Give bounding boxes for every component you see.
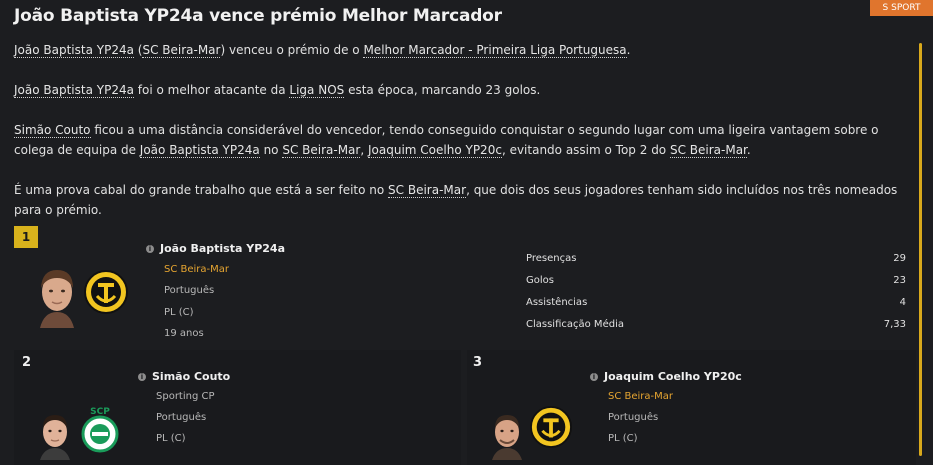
player-link[interactable]: João Baptista YP24a xyxy=(14,83,134,98)
rank-badge: 1 xyxy=(14,226,38,248)
stat-label: Assistências xyxy=(526,297,588,308)
stat-label: Classificação Média xyxy=(526,319,624,330)
nominee-stats: Presenças 29 Golos 23 Assistências 4 Classi… xyxy=(526,250,906,338)
paragraph-3: Simão Couto ficou a uma distância consid… xyxy=(14,120,914,160)
stat-row: Assistências 4 xyxy=(526,294,906,316)
nominee-nationality: Português xyxy=(164,285,215,296)
text: esta época, marcando 23 golos. xyxy=(344,83,541,97)
award-link[interactable]: Melhor Marcador - Primeira Liga Portugue… xyxy=(363,43,627,58)
text: ) venceu o prémio de o xyxy=(220,43,364,57)
player-face-icon[interactable] xyxy=(488,410,526,460)
svg-text:SCP: SCP xyxy=(90,407,110,417)
paragraph-4: É uma prova cabal do grande trabalho que… xyxy=(14,180,914,220)
text: . xyxy=(626,43,631,57)
nominee-name[interactable]: i Joaquim Coelho YP20c xyxy=(590,370,742,383)
text: no xyxy=(259,143,283,157)
stat-value: 4 xyxy=(899,297,906,308)
news-headline: João Baptista YP24a vence prémio Melhor … xyxy=(14,6,502,26)
nominee-nationality: Português xyxy=(156,412,207,423)
player-link[interactable]: João Baptista YP24a xyxy=(14,43,134,58)
nominee-position: PL (C) xyxy=(156,433,186,444)
player-link[interactable]: Simão Couto xyxy=(14,123,91,138)
stat-label: Golos xyxy=(526,275,554,286)
club-crest-icon[interactable] xyxy=(84,268,128,316)
paragraph-1: João Baptista YP24a (SC Beira-Mar) vence… xyxy=(14,40,914,60)
player-link[interactable]: João Baptista YP24a xyxy=(139,143,260,158)
source-tag[interactable]: S SPORT xyxy=(870,0,933,16)
nominee-name[interactable]: i Simão Couto xyxy=(138,370,230,383)
league-link[interactable]: Liga NOS xyxy=(289,83,345,98)
nominee-position: PL (C) xyxy=(164,307,194,318)
stat-row: Classificação Média 7,33 xyxy=(526,316,906,338)
info-icon[interactable]: i xyxy=(138,373,146,381)
stat-row: Golos 23 xyxy=(526,272,906,294)
club-crest-icon[interactable] xyxy=(530,404,572,450)
news-article-body: João Baptista YP24a (SC Beira-Mar) vence… xyxy=(14,40,914,240)
info-icon[interactable]: i xyxy=(146,245,154,253)
text: foi o melhor atacante da xyxy=(133,83,290,97)
nominee-name-text[interactable]: Joaquim Coelho YP20c xyxy=(604,370,742,383)
stat-row: Presenças 29 xyxy=(526,250,906,272)
nominee-position: PL (C) xyxy=(608,433,638,444)
paragraph-2: João Baptista YP24a foi o melhor atacant… xyxy=(14,80,914,100)
club-link[interactable]: SC Beira-Mar xyxy=(142,43,221,58)
stat-label: Presenças xyxy=(526,253,577,264)
nominee-club[interactable]: Sporting CP xyxy=(156,391,215,402)
player-face-icon[interactable] xyxy=(36,410,74,460)
text: , evitando assim o Top 2 do xyxy=(501,143,670,157)
nominee-club[interactable]: SC Beira-Mar xyxy=(608,391,673,402)
nominee-name-text[interactable]: Simão Couto xyxy=(152,370,230,383)
nominee-age: 19 anos xyxy=(164,328,204,339)
rank-label: 3 xyxy=(473,355,483,370)
info-icon[interactable]: i xyxy=(590,373,598,381)
text: . xyxy=(746,143,751,157)
text: É uma prova cabal do grande trabalho que… xyxy=(14,183,389,197)
nominee-name-text[interactable]: João Baptista YP24a xyxy=(160,242,285,255)
club-link[interactable]: SC Beira-Mar xyxy=(282,143,361,158)
text: , xyxy=(360,143,368,157)
rank-label: 2 xyxy=(22,355,32,370)
nominee-nationality: Português xyxy=(608,412,659,423)
scrollbar[interactable] xyxy=(919,43,922,456)
stat-value: 29 xyxy=(893,253,906,264)
club-crest-icon[interactable]: SCP xyxy=(80,404,120,454)
stat-value: 23 xyxy=(893,275,906,286)
nominee-club[interactable]: SC Beira-Mar xyxy=(164,264,229,275)
club-link[interactable]: SC Beira-Mar xyxy=(669,143,747,158)
player-face-icon[interactable] xyxy=(34,266,80,328)
club-link[interactable]: SC Beira-Mar xyxy=(388,183,467,198)
player-link[interactable]: Joaquim Coelho YP20c xyxy=(368,143,502,158)
nominee-name[interactable]: i João Baptista YP24a xyxy=(146,242,285,255)
stat-value: 7,33 xyxy=(883,319,906,330)
